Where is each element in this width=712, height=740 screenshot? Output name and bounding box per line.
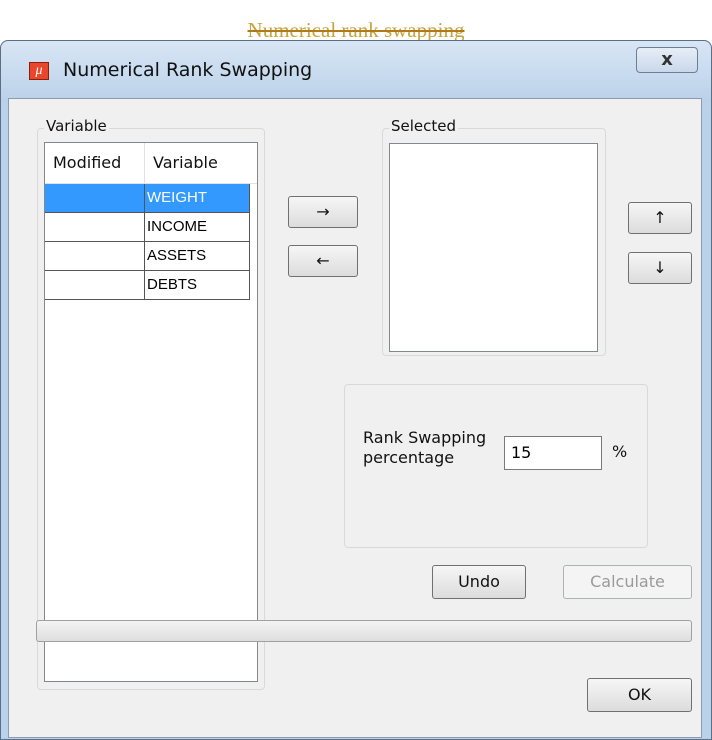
column-header-modified[interactable]: Modified	[45, 143, 145, 183]
table-row[interactable]: ASSETS	[45, 242, 257, 271]
table-header: Modified Variable	[45, 143, 257, 184]
modified-cell	[45, 213, 145, 242]
add-variable-button[interactable]: →	[288, 196, 358, 228]
app-mu-icon: μ	[29, 62, 49, 80]
variable-cell: WEIGHT	[145, 184, 250, 213]
ok-button[interactable]: OK	[587, 678, 692, 712]
variable-table[interactable]: Modified Variable WEIGHT INCOME ASSETS D…	[44, 142, 258, 682]
table-row[interactable]: INCOME	[45, 213, 257, 242]
window-title: Numerical Rank Swapping	[63, 59, 313, 81]
calculate-button[interactable]: Calculate	[563, 565, 692, 599]
modified-cell	[45, 271, 145, 300]
variable-group-label: Variable	[44, 117, 109, 135]
close-button[interactable]: x	[636, 47, 698, 73]
variable-cell: DEBTS	[145, 271, 250, 300]
table-row[interactable]: DEBTS	[45, 271, 257, 300]
undo-button[interactable]: Undo	[432, 565, 526, 599]
percent-unit-label: %	[612, 442, 628, 461]
variable-cell: INCOME	[145, 213, 250, 242]
remove-variable-button[interactable]: ←	[288, 245, 358, 277]
modified-cell	[45, 184, 145, 213]
percentage-label-line2: percentage	[363, 448, 455, 467]
percentage-label-line1: Rank Swapping	[363, 428, 487, 447]
move-down-button[interactable]: ↓	[628, 252, 692, 284]
percentage-input[interactable]: 15	[504, 436, 602, 470]
table-row[interactable]: WEIGHT	[45, 184, 257, 213]
column-header-variable[interactable]: Variable	[145, 143, 257, 183]
title-bar[interactable]: μ Numerical Rank Swapping x	[1, 41, 711, 99]
selected-list[interactable]	[389, 143, 598, 352]
variable-cell: ASSETS	[145, 242, 250, 271]
selected-group-label: Selected	[389, 117, 459, 135]
percentage-label: Rank Swapping percentage	[363, 428, 486, 468]
move-up-button[interactable]: ↑	[628, 202, 692, 234]
modified-cell	[45, 242, 145, 271]
progress-bar	[36, 620, 692, 642]
